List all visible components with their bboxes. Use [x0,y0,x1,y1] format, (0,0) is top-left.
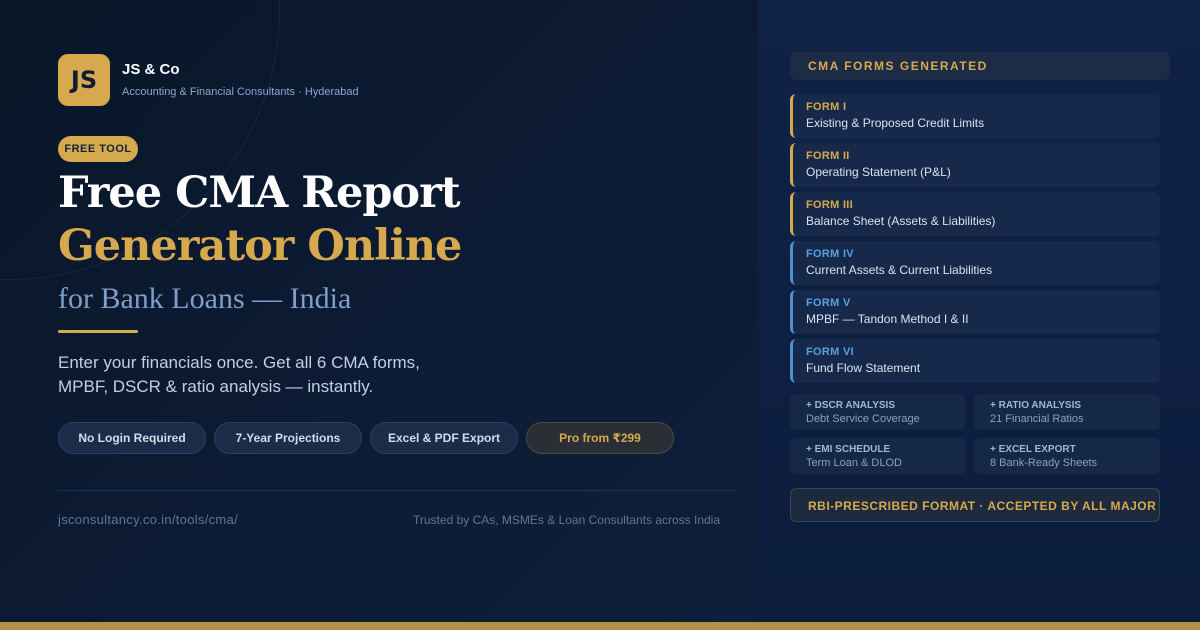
form-number: FORM VI [806,346,854,358]
footer-url[interactable]: jsconsultancy.co.in/tools/cma/ [58,512,238,527]
form-card-2: FORM II Operating Statement (P&L) [790,143,1160,187]
form-number: FORM IV [806,248,854,260]
extra-title: + EXCEL EXPORT [990,444,1076,455]
extra-subtitle: 8 Bank-Ready Sheets [990,457,1098,469]
hero-description-line2: MPBF, DSCR & ratio analysis — instantly. [58,377,374,396]
extra-title: + EMI SCHEDULE [806,444,891,455]
extra-emi: + EMI SCHEDULE Term Loan & DLOD [790,438,966,474]
extra-excel: + EXCEL EXPORT 8 Bank-Ready Sheets [974,438,1160,474]
form-description: Current Assets & Current Liabilities [806,263,993,277]
brand-tagline: Accounting & Financial Consultants · Hyd… [122,86,359,98]
rbi-format-text: RBI-PRESCRIBED FORMAT · ACCEPTED BY ALL … [808,499,1159,513]
chip-projections: 7-Year Projections [214,422,362,454]
form-card-6: FORM VI Fund Flow Statement [790,339,1160,383]
hero-description-line1: Enter your financials once. Get all 6 CM… [58,353,420,372]
form-description: MPBF — Tandon Method I & II [806,312,969,326]
form-number: FORM V [806,297,851,309]
chip-export: Excel & PDF Export [370,422,518,454]
chip-no-login: No Login Required [58,422,206,454]
form-number: FORM I [806,101,847,113]
hero-title-line1: Free CMA Report [58,168,461,218]
brand-logo: JS [58,54,110,106]
footer-divider [58,490,738,491]
extra-dscr: + DSCR ANALYSIS Debt Service Coverage [790,394,966,430]
hero-subtitle: for Bank Loans — India [58,282,352,315]
gold-divider [58,330,138,333]
form-card-5: FORM V MPBF — Tandon Method I & II [790,290,1160,334]
hero-title-line2: Generator Online [58,221,462,271]
form-description: Fund Flow Statement [806,361,921,375]
form-card-4: FORM IV Current Assets & Current Liabili… [790,241,1160,285]
forms-panel-header: CMA FORMS GENERATED [790,52,1170,80]
form-number: FORM III [806,199,854,211]
form-description: Operating Statement (P&L) [806,165,951,179]
extra-title: + DSCR ANALYSIS [806,400,896,411]
extra-subtitle: Term Loan & DLOD [806,457,902,469]
extra-ratio: + RATIO ANALYSIS 21 Financial Ratios [974,394,1160,430]
free-tool-badge: FREE TOOL [58,136,138,162]
extra-subtitle: Debt Service Coverage [806,413,920,425]
form-description: Existing & Proposed Credit Limits [806,116,985,130]
form-card-1: FORM I Existing & Proposed Credit Limits [790,94,1160,138]
form-number: FORM II [806,150,850,162]
chip-pro-pricing[interactable]: Pro from ₹299 [526,422,674,454]
hero-description: Enter your financials once. Get all 6 CM… [58,351,478,399]
extra-subtitle: 21 Financial Ratios [990,413,1084,425]
bottom-accent-bar [0,622,1200,630]
extra-title: + RATIO ANALYSIS [990,400,1082,411]
brand-name: JS & Co [122,61,180,78]
rbi-format-note: RBI-PRESCRIBED FORMAT · ACCEPTED BY ALL … [790,488,1160,522]
footer-trust-text: Trusted by CAs, MSMEs & Loan Consultants… [413,513,721,527]
form-description: Balance Sheet (Assets & Liabilities) [806,214,996,228]
form-card-3: FORM III Balance Sheet (Assets & Liabili… [790,192,1160,236]
